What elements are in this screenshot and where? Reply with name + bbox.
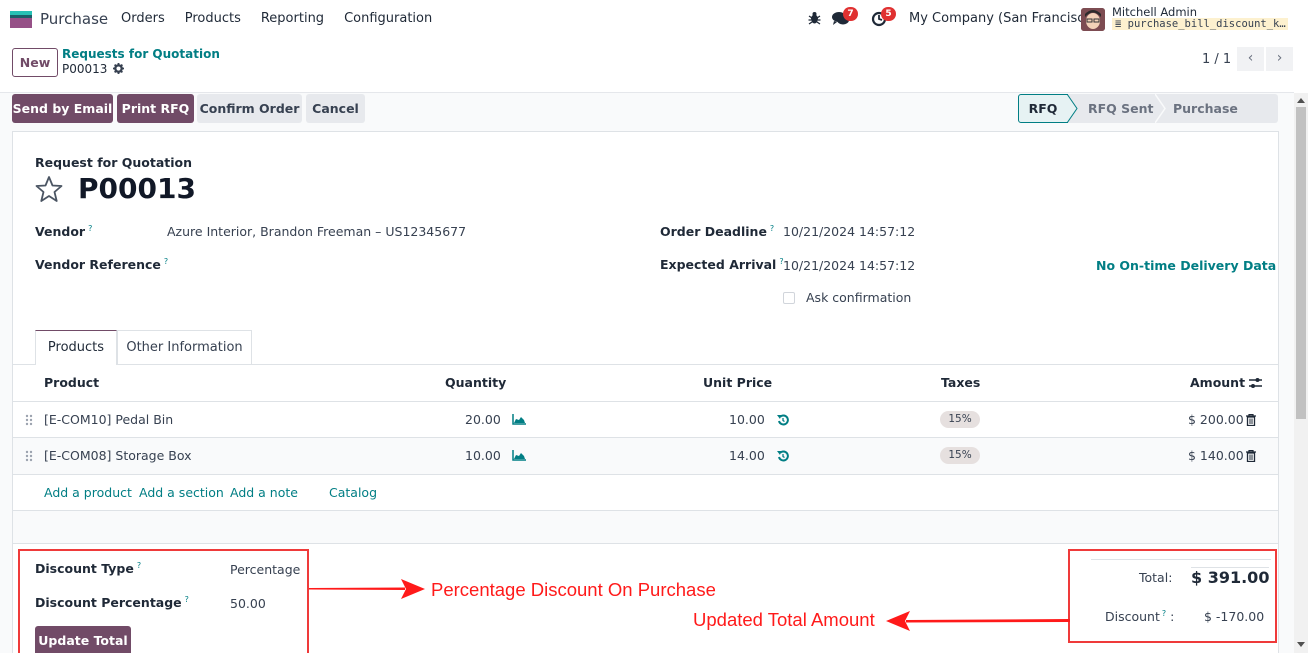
price-history-icon[interactable] [777, 414, 789, 426]
amount-cell: $ 200.00 [1188, 412, 1244, 427]
star-icon[interactable] [35, 175, 63, 203]
stage-rfq-sent[interactable]: RFQ Sent [1088, 94, 1154, 123]
annotation-total-box [1068, 549, 1277, 643]
column-product[interactable]: Product [44, 375, 99, 390]
unit-price-cell[interactable]: 14.00 [729, 448, 765, 463]
vendor-reference-field[interactable] [167, 257, 467, 273]
confirm-order-button[interactable]: Confirm Order [197, 94, 302, 123]
menu-orders[interactable]: Orders [121, 11, 165, 26]
ask-confirmation-label: Ask confirmation [806, 290, 912, 305]
price-history-icon[interactable] [777, 450, 789, 462]
top-navbar: Purchase Orders Products Reporting Confi… [0, 0, 1308, 38]
product-cell[interactable]: [E-COM08] Storage Box [44, 448, 192, 463]
breadcrumb-requests-for-quotation[interactable]: Requests for Quotation [62, 47, 220, 61]
gear-icon[interactable] [113, 63, 125, 74]
breadcrumb-current: P00013 [62, 62, 125, 76]
new-button[interactable]: New [12, 48, 58, 77]
forecast-chart-icon[interactable] [512, 414, 526, 425]
menu-reporting[interactable]: Reporting [261, 11, 324, 26]
help-icon: ? [88, 224, 93, 233]
messages-count-badge: 7 [843, 7, 858, 21]
annotation-discount-text: Percentage Discount On Purchase [431, 579, 716, 600]
user-name[interactable]: Mitchell Admin [1112, 5, 1197, 19]
chevron-left-icon: ‹ [1247, 50, 1254, 66]
pager-next-button[interactable]: › [1266, 47, 1293, 71]
add-section-link[interactable]: Add a section [139, 485, 224, 500]
table-row[interactable]: [E-COM10] Pedal Bin 20.00 10.00 15% $ 20… [13, 402, 1278, 438]
tab-products[interactable]: Products [35, 330, 117, 365]
app-name[interactable]: Purchase [40, 10, 108, 28]
stage-purchase-order[interactable]: Purchase Order [1173, 94, 1278, 145]
annotation-arrow-right-icon [309, 579, 425, 599]
column-settings-icon[interactable] [1249, 377, 1262, 389]
database-icon: ≣ [1115, 18, 1128, 30]
stage-arrow-icon [1155, 94, 1166, 123]
vendor-reference-label: Vendor Reference? [35, 257, 169, 273]
column-unit-price[interactable]: Unit Price [703, 375, 772, 390]
vendor-field[interactable]: Azure Interior, Brandon Freeman – US1234… [167, 224, 466, 239]
messages-button[interactable]: 7 [832, 7, 858, 31]
trash-icon[interactable] [1246, 450, 1256, 462]
unit-price-cell[interactable]: 10.00 [729, 412, 765, 427]
tab-other-information[interactable]: Other Information [117, 330, 252, 365]
pager-value[interactable]: 1 / 1 [1202, 52, 1231, 67]
user-avatar[interactable] [1081, 8, 1105, 31]
add-product-link[interactable]: Add a product [44, 485, 132, 500]
print-rfq-button[interactable]: Print RFQ [117, 94, 194, 123]
order-deadline-field[interactable]: 10/21/2024 14:57:12 [783, 224, 915, 239]
forecast-chart-icon[interactable] [512, 450, 526, 461]
drag-handle-icon[interactable] [25, 450, 33, 462]
app-logo-icon[interactable] [10, 11, 32, 28]
drag-handle-icon[interactable] [25, 414, 33, 426]
stage-rfq[interactable]: RFQ [1018, 94, 1068, 123]
scrollbar-thumb[interactable] [1296, 107, 1306, 419]
main-menu: Orders Products Reporting Configuration [121, 11, 452, 26]
quantity-cell[interactable]: 20.00 [465, 412, 501, 427]
activities-count-badge: 5 [881, 7, 896, 21]
tax-badge[interactable]: 15% [940, 447, 980, 464]
status-bar: RFQ RFQ Sent Purchase Order [1018, 94, 1278, 145]
document-type-label: Request for Quotation [35, 155, 193, 170]
database-name: ≣ purchase_bill_discount_k… [1112, 18, 1288, 30]
table-row[interactable]: [E-COM08] Storage Box 10.00 14.00 15% $ … [13, 438, 1278, 474]
quantity-cell[interactable]: 10.00 [465, 448, 501, 463]
order-deadline-label: Order Deadline? [660, 224, 775, 240]
trash-icon[interactable] [1246, 414, 1256, 426]
annotation-total-text: Updated Total Amount [693, 609, 875, 630]
section-separator [13, 510, 1278, 544]
company-switcher[interactable]: My Company (San Francisco) [909, 11, 1097, 26]
on-time-delivery-info: No On-time Delivery Data [1096, 258, 1277, 273]
catalog-link[interactable]: Catalog [329, 485, 377, 500]
pager-previous-button[interactable]: ‹ [1237, 47, 1264, 71]
chevron-right-icon: › [1276, 50, 1283, 66]
product-cell[interactable]: [E-COM10] Pedal Bin [44, 412, 173, 427]
vendor-label: Vendor? [35, 224, 93, 240]
menu-configuration[interactable]: Configuration [344, 11, 432, 26]
page-scrollbar[interactable] [1294, 93, 1308, 653]
add-note-link[interactable]: Add a note [230, 485, 298, 500]
column-taxes[interactable]: Taxes [941, 375, 980, 390]
stage-arrow-icon [1067, 94, 1078, 123]
send-by-email-button[interactable]: Send by Email [12, 94, 113, 123]
amount-cell: $ 140.00 [1188, 448, 1244, 463]
expected-arrival-label: Expected Arrival? [660, 257, 784, 273]
expected-arrival-field[interactable]: 10/21/2024 14:57:12 [783, 258, 915, 273]
scroll-up-arrow-icon[interactable] [1297, 98, 1305, 103]
cancel-button[interactable]: Cancel [306, 94, 365, 123]
debug-bug-icon[interactable] [808, 11, 821, 29]
menu-products[interactable]: Products [185, 11, 241, 26]
column-quantity[interactable]: Quantity [445, 375, 506, 390]
ask-confirmation-checkbox[interactable] [783, 292, 795, 304]
help-icon: ? [769, 224, 775, 233]
annotation-arrow-left-icon [886, 611, 1070, 631]
annotation-discount-box [18, 549, 309, 653]
record-title: P00013 [78, 172, 196, 205]
column-amount[interactable]: Amount [1190, 375, 1245, 390]
tax-badge[interactable]: 15% [940, 411, 980, 428]
scroll-down-arrow-icon[interactable] [1297, 642, 1305, 647]
activities-button[interactable]: 5 [871, 7, 896, 31]
